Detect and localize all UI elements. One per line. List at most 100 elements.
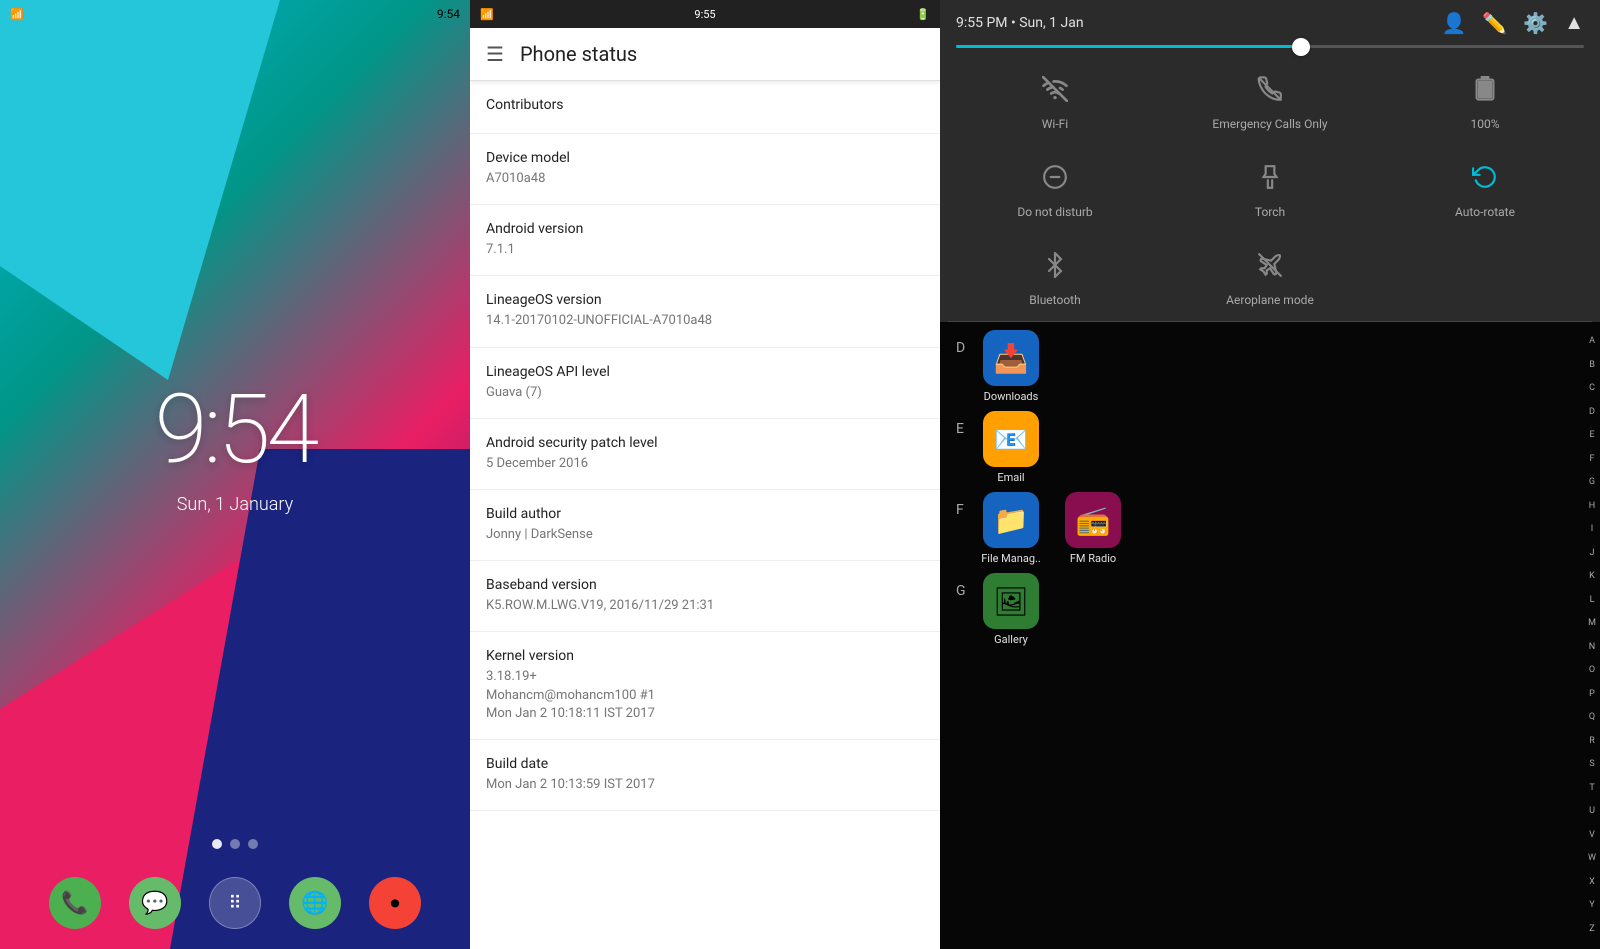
topbar-status-icons-right: 🔋	[916, 8, 930, 21]
qs-tile-battery[interactable]: 100%	[1378, 58, 1592, 145]
status-item-label: Contributors	[486, 97, 924, 113]
app-item[interactable]: 📥 Downloads	[976, 330, 1046, 403]
app-grid: 📧 Email	[976, 411, 1584, 484]
battery-label: 100%	[1470, 117, 1499, 131]
qs-tile-emergency[interactable]: Emergency Calls Only	[1163, 58, 1377, 145]
status-item-label: LineageOS version	[486, 292, 924, 308]
alpha-O[interactable]: O	[1589, 666, 1595, 675]
status-item-label: Android version	[486, 221, 924, 237]
lock-dot-1	[212, 839, 222, 849]
hamburger-menu-icon[interactable]: ☰	[486, 42, 504, 66]
app-icon: 📻	[1065, 492, 1121, 548]
app-item[interactable]: 🖼 Gallery	[976, 573, 1046, 646]
lock-date: Sun, 1 January	[177, 494, 293, 515]
alpha-S[interactable]: S	[1589, 760, 1594, 769]
dock-messages[interactable]: 💬	[129, 877, 181, 929]
dock-phone[interactable]: 📞	[49, 877, 101, 929]
app-item[interactable]: 📁 File Manag..	[976, 492, 1046, 565]
status-item-label: LineageOS API level	[486, 364, 924, 380]
bluetooth-icon	[1042, 252, 1068, 285]
alpha-B[interactable]: B	[1589, 361, 1595, 370]
qs-brightness[interactable]	[940, 41, 1600, 58]
alpha-C[interactable]: C	[1589, 384, 1595, 393]
app-section-letter: F	[956, 492, 976, 518]
dock-browser[interactable]: 🌐	[289, 877, 341, 929]
qs-tile-wifi[interactable]: Wi-Fi	[948, 58, 1162, 145]
alpha-Q[interactable]: Q	[1589, 713, 1595, 722]
battery-icon	[1475, 76, 1495, 109]
qs-tile-aeroplane[interactable]: Aeroplane mode	[1163, 234, 1377, 321]
alpha-N[interactable]: N	[1589, 643, 1595, 652]
app-section-F: F 📁 File Manag.. 📻 FM Radio	[956, 492, 1584, 565]
dnd-icon	[1042, 164, 1068, 197]
status-item-label: Build author	[486, 506, 924, 522]
brightness-thumb[interactable]	[1292, 38, 1310, 56]
autorotate-label: Auto-rotate	[1455, 205, 1515, 219]
app-grid: 📁 File Manag.. 📻 FM Radio	[976, 492, 1584, 565]
torch-label: Torch	[1255, 205, 1285, 219]
topbar-time: 9:55	[694, 8, 715, 21]
phone-status-topbar: 📶 9:55 🔋	[470, 0, 940, 28]
lock-screen: 📶 9:54 9:54 Sun, 1 January 📞 💬 ⠿ 🌐 ⏺	[0, 0, 470, 949]
alpha-H[interactable]: H	[1589, 502, 1595, 511]
dock-apps[interactable]: ⠿	[209, 877, 261, 929]
topbar-status-icons-left: 📶	[480, 8, 494, 21]
status-item-value: K5.ROW.M.LWG.V19, 2016/11/29 21:31	[486, 597, 924, 615]
qs-tile-bluetooth[interactable]: Bluetooth	[948, 234, 1162, 321]
alpha-V[interactable]: V	[1589, 831, 1595, 840]
alpha-L[interactable]: L	[1590, 596, 1595, 605]
lock-geo-teal	[0, 0, 280, 380]
app-name: File Manag..	[981, 552, 1041, 565]
aeroplane-label: Aeroplane mode	[1226, 293, 1314, 307]
status-item-label: Android security patch level	[486, 435, 924, 451]
brightness-slider-track[interactable]	[956, 45, 1584, 48]
phone-status-title: Phone status	[520, 42, 637, 66]
alpha-M[interactable]: M	[1588, 619, 1596, 628]
status-item-label: Kernel version	[486, 648, 924, 664]
qs-tile-torch[interactable]: Torch	[1163, 146, 1377, 233]
alpha-R[interactable]: R	[1589, 737, 1595, 746]
alpha-A[interactable]: A	[1589, 337, 1595, 346]
alpha-F[interactable]: F	[1590, 455, 1595, 464]
app-item[interactable]: 📧 Email	[976, 411, 1046, 484]
alpha-J[interactable]: J	[1590, 549, 1595, 558]
qs-collapse-icon[interactable]: ▲	[1564, 10, 1584, 35]
qs-account-icon[interactable]: 👤	[1441, 11, 1466, 35]
alpha-T[interactable]: T	[1589, 784, 1594, 793]
lock-status-time: 9:54	[437, 7, 460, 21]
status-list: Contributors Device model A7010a48 Andro…	[470, 81, 940, 949]
alpha-G[interactable]: G	[1589, 478, 1595, 487]
app-section-letter: E	[956, 411, 976, 437]
dock-record[interactable]: ⏺	[369, 877, 421, 929]
qs-tile-autorotate[interactable]: Auto-rotate	[1378, 146, 1592, 233]
lock-dot-3	[248, 839, 258, 849]
alpha-I[interactable]: I	[1591, 525, 1593, 534]
topbar-signal-icon: 📶	[480, 8, 494, 21]
alpha-X[interactable]: X	[1589, 878, 1595, 887]
alpha-K[interactable]: K	[1589, 572, 1595, 581]
lock-time: 9:54	[155, 374, 316, 486]
app-grid: 📥 Downloads	[976, 330, 1584, 403]
torch-icon	[1257, 164, 1283, 197]
status-item: Baseband version K5.ROW.M.LWG.V19, 2016/…	[470, 561, 940, 632]
status-item-value: 14.1-20170102-UNOFFICIAL-A7010a48	[486, 312, 924, 330]
alpha-D[interactable]: D	[1589, 408, 1595, 417]
qs-edit-icon[interactable]: ✏️	[1482, 11, 1507, 35]
alpha-P[interactable]: P	[1589, 690, 1595, 699]
wifi-icon	[1042, 76, 1068, 109]
lock-dock: 📞 💬 ⠿ 🌐 ⏺	[49, 877, 421, 929]
alpha-E[interactable]: E	[1589, 431, 1594, 440]
qs-time-date: 9:55 PM • Sun, 1 Jan	[956, 15, 1084, 31]
alpha-Z[interactable]: Z	[1589, 925, 1594, 934]
alpha-Y[interactable]: Y	[1589, 901, 1594, 910]
qs-settings-icon[interactable]: ⚙️	[1523, 11, 1548, 35]
alpha-W[interactable]: W	[1588, 854, 1596, 863]
wifi-label: Wi-Fi	[1042, 117, 1068, 131]
lock-page-dots	[212, 839, 258, 849]
app-item[interactable]: 📻 FM Radio	[1058, 492, 1128, 565]
status-item-label: Build date	[486, 756, 924, 772]
alpha-U[interactable]: U	[1589, 807, 1595, 816]
app-icon: 📧	[983, 411, 1039, 467]
qs-tile-dnd[interactable]: Do not disturb	[948, 146, 1162, 233]
alpha-bar: A B C D E F G H I J K L M N O P Q R S T U V W X Y Z	[1588, 322, 1596, 949]
